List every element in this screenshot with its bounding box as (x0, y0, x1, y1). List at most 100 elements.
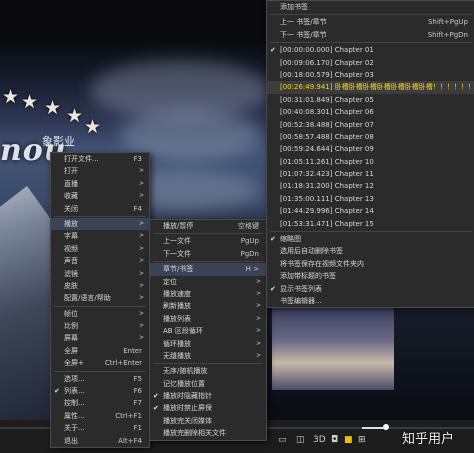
main-menu-item[interactable]: ✔ 列表... F6 (51, 385, 149, 397)
main-menu-item[interactable]: 视频 > (51, 243, 149, 255)
chapter-menu-item[interactable]: [01:05:11.261] Chapter 10 (267, 156, 474, 168)
main-menu-item[interactable]: 屏幕 > (51, 332, 149, 344)
chapter-menu-item[interactable]: [00:40:08.301] Chapter 06 (267, 106, 474, 118)
play-menu-item-label: 章节/书签 (163, 265, 194, 274)
menu-separator (54, 370, 146, 372)
play-menu-item[interactable]: 无缝播放 > (150, 350, 266, 362)
chapter-menu-item[interactable]: 书签编辑器... (267, 295, 474, 307)
chapter-menu-item-label: [00:40:08.301] Chapter 06 (280, 108, 374, 117)
play-menu-item-label: 刷新播放 (163, 302, 191, 311)
chapter-menu-item[interactable]: 添加书签 (267, 1, 474, 13)
chapter-menu-item[interactable]: [00:31:01.849] Chapter 05 (267, 94, 474, 106)
play-menu-item[interactable]: 刷新播放 > (150, 300, 266, 312)
main-menu-item-label: 打开 (64, 167, 78, 176)
chapter-menu-item[interactable]: [01:18:31.200] Chapter 12 (267, 180, 474, 192)
play-menu-item[interactable]: AB 区段循环 > (150, 325, 266, 337)
play-menu-item[interactable]: 播放完关闭媒体 (150, 415, 266, 427)
chat-icon[interactable]: ◫ (296, 435, 305, 445)
play-menu-item[interactable]: 循环播放 > (150, 338, 266, 350)
chapter-menu-item[interactable]: [00:52:38.488] Chapter 07 (267, 119, 474, 131)
play-menu-item[interactable]: 无序/随机播放 (150, 365, 266, 377)
main-menu-item[interactable]: 全屏 Enter (51, 345, 149, 357)
main-menu-item[interactable]: 关闭 F4 (51, 203, 149, 215)
star-icon: ★ (2, 86, 20, 108)
chapter-menu-item[interactable]: [00:26:49.941] 卧槽卧槽卧槽卧槽卧槽卧槽卧槽！！！！！！ (267, 81, 474, 94)
chapter-menu-item-label: 将书签保存在视频文件夹内 (280, 259, 364, 268)
main-menu-item[interactable]: 皮肤 > (51, 280, 149, 292)
capture-icon[interactable]: ◘ (331, 435, 338, 445)
chapter-menu-item-label: 添加带标题的书签 (280, 272, 336, 281)
main-menu-item[interactable]: 选项... F5 (51, 373, 149, 385)
chapter-menu-item[interactable]: [01:35:00.111] Chapter 13 (267, 193, 474, 205)
main-menu-item[interactable]: 属性... Ctrl+F1 (51, 410, 149, 422)
playlist-icon[interactable]: ■ (344, 435, 353, 445)
checkmark-icon: ✔ (270, 235, 276, 244)
main-menu-item[interactable]: 播放 > (51, 217, 149, 231)
main-menu-item[interactable]: 字幕 > (51, 230, 149, 242)
menu-separator (270, 14, 472, 16)
menu-separator (54, 215, 146, 217)
main-menu-item[interactable]: 直播 > (51, 178, 149, 190)
chapter-menu-item-label: [00:26:49.941] 卧槽卧槽卧槽卧槽卧槽卧槽卧槽！！！！！！ (280, 83, 474, 92)
chapter-menu-item-label: [01:35:00.111] Chapter 13 (280, 194, 374, 203)
chapter-menu-item[interactable]: ✔ 显示书签列表 (267, 283, 474, 295)
play-menu-item[interactable]: 章节/书签 H > (150, 263, 266, 276)
play-menu-item[interactable]: 记忆播放位置 (150, 378, 266, 390)
play-menu-item[interactable]: ✔ 播放时隐藏指针 (150, 390, 266, 402)
chapter-menu-item-label: 书签编辑器... (280, 296, 322, 305)
chapter-menu-item[interactable]: 添加带标题的书签 (267, 270, 474, 282)
main-menu-item[interactable]: 配置/语言/帮助 > (51, 292, 149, 304)
main-menu-item[interactable]: 打开文件... F3 (51, 153, 149, 165)
chapter-menu-item[interactable]: 将书签保存在视频文件夹内 (267, 258, 474, 270)
play-menu-item[interactable]: 播放完删除相关文件 (150, 427, 266, 439)
play-menu-item[interactable]: ✔ 播放时禁止屏保 (150, 402, 266, 414)
shortcut-label: PgDn (240, 249, 260, 258)
play-menu-item[interactable]: 上一文件 PgUp (150, 235, 266, 247)
menu-separator (270, 42, 472, 44)
chapter-menu-item[interactable]: ✔ 缩略图 (267, 233, 474, 245)
play-menu-item-label: 循环播放 (163, 339, 191, 348)
main-menu-item-label: 全屏+ (64, 359, 84, 368)
play-menu-item[interactable]: 播放/暂停 空格键 (150, 220, 266, 232)
shortcut-label: 空格键 (238, 222, 259, 230)
settings-icon[interactable]: ⊞ (358, 435, 366, 445)
submenu-arrow-icon: > (255, 289, 261, 297)
checkmark-icon: ✔ (153, 404, 159, 413)
main-menu-item[interactable]: 收藏 > (51, 190, 149, 202)
menu-separator (54, 305, 146, 307)
submenu-arrow-icon: > (138, 309, 144, 317)
chapter-menu-item[interactable]: [01:44:29.996] Chapter 14 (267, 205, 474, 217)
main-menu-item[interactable]: 全屏+ Ctrl+Enter (51, 357, 149, 369)
chapter-menu-item-label: [00:09:06.170] Chapter 02 (280, 58, 374, 67)
play-menu-item-label: 下一文件 (163, 249, 191, 258)
chapter-menu-item[interactable]: [01:53:31.471] Chapter 15 (267, 218, 474, 230)
chapter-menu-item[interactable]: [00:58:57.488] Chapter 08 (267, 131, 474, 143)
play-menu-item[interactable]: 定位 > (150, 276, 266, 288)
volume-knob[interactable] (383, 424, 389, 430)
screen-icon[interactable]: ▭ (278, 435, 287, 445)
main-menu-item[interactable]: 退出 Alt+F4 (51, 435, 149, 447)
menu-separator (270, 231, 472, 233)
chapter-menu-item[interactable]: [01:07:32.423] Chapter 11 (267, 168, 474, 180)
main-menu-item[interactable]: 关于... F1 (51, 422, 149, 434)
chapter-menu-item-label: [00:31:01.849] Chapter 05 (280, 95, 374, 104)
main-menu-item[interactable]: 打开 > (51, 165, 149, 177)
chapter-menu-item[interactable]: [00:18:00.579] Chapter 03 (267, 69, 474, 81)
play-menu-item[interactable]: 播放速度 > (150, 288, 266, 300)
chapter-menu-item-label: 显示书签列表 (280, 284, 322, 293)
chapter-menu-item[interactable]: 下一 书签/章节 Shift+PgDn (267, 29, 474, 41)
chapter-menu-item-label: [01:44:29.996] Chapter 14 (280, 207, 374, 216)
chapter-menu-item[interactable]: [00:09:06.170] Chapter 02 (267, 57, 474, 69)
3d-icon[interactable]: 3D (313, 435, 326, 445)
main-menu-item[interactable]: 控制... F7 (51, 397, 149, 409)
play-menu-item[interactable]: 下一文件 PgDn (150, 248, 266, 260)
chapter-menu-item[interactable]: 选用后自动删除书签 (267, 245, 474, 257)
main-menu-item[interactable]: 滤镜 > (51, 268, 149, 280)
main-menu-item[interactable]: 比例 > (51, 320, 149, 332)
chapter-menu-item[interactable]: 上一 书签/章节 Shift+PgUp (267, 16, 474, 28)
play-menu-item[interactable]: 播放列表 > (150, 313, 266, 325)
main-menu-item[interactable]: 声音 > (51, 255, 149, 267)
main-menu-item[interactable]: 帧位 > (51, 308, 149, 320)
chapter-menu-item[interactable]: ✔ [00:00:00.000] Chapter 01 (267, 44, 474, 56)
chapter-menu-item[interactable]: [00:59:24.644] Chapter 09 (267, 143, 474, 155)
